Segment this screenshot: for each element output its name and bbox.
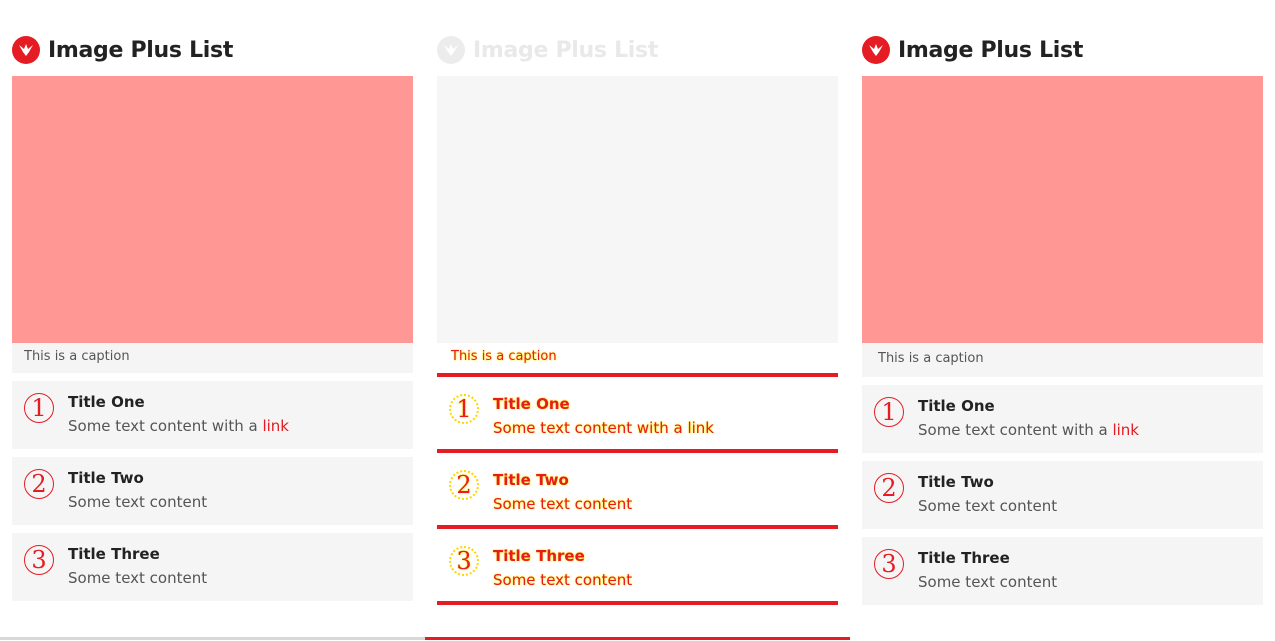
divider-line-active — [425, 637, 850, 640]
bird-logo-icon — [862, 36, 890, 64]
item-text: Some text content — [918, 573, 1058, 591]
item-number: 3 — [874, 549, 904, 579]
item-title: Title One — [68, 393, 145, 411]
item-text-body: Some text content with a — [493, 419, 688, 437]
item-text: Some text content — [493, 571, 633, 589]
image-caption: This is a caption — [862, 343, 1263, 377]
card-title: Image Plus List — [473, 37, 659, 63]
item-text-body: Some text content with a — [68, 417, 263, 435]
item-title: Title One — [918, 397, 995, 415]
item-title: Title One — [493, 395, 570, 413]
hero-image — [862, 76, 1263, 343]
item-number: 3 — [449, 546, 479, 576]
divider-line — [0, 637, 425, 640]
list-item: 2 Title Two Some text content — [12, 457, 413, 525]
item-number: 1 — [24, 393, 54, 423]
list-item: 1 Title One Some text content with a lin… — [437, 373, 838, 453]
list-item: 2 Title Two Some text content — [437, 449, 838, 529]
item-text: Some text content — [493, 495, 633, 513]
hero-image — [12, 76, 413, 343]
list-item: 3 Title Three Some text content — [437, 525, 838, 605]
card-title: Image Plus List — [898, 37, 1084, 63]
item-number: 1 — [874, 397, 904, 427]
bird-logo-icon — [12, 36, 40, 64]
list-item: 3 Title Three Some text content — [12, 533, 413, 601]
item-number: 2 — [24, 469, 54, 499]
item-text: Some text content with a link — [918, 421, 1139, 439]
item-text: Some text content — [918, 497, 1058, 515]
image-caption: This is a caption — [437, 343, 838, 373]
card-title: Image Plus List — [48, 37, 234, 63]
caption-text: This is a caption — [451, 349, 557, 364]
item-title: Title Two — [68, 469, 144, 487]
item-title: Title Three — [918, 549, 1010, 567]
image-caption: This is a caption — [12, 343, 413, 373]
item-number: 2 — [874, 473, 904, 503]
list-item: 1 Title One Some text content with a lin… — [12, 381, 413, 449]
card-header: Image Plus List — [862, 35, 1083, 65]
item-text: Some text content — [68, 493, 208, 511]
item-number: 3 — [24, 545, 54, 575]
bird-logo-icon — [437, 36, 465, 64]
item-number: 2 — [449, 470, 479, 500]
item-link[interactable]: link — [687, 419, 714, 437]
item-title: Title Two — [918, 473, 994, 491]
item-link[interactable]: link — [262, 417, 289, 435]
card-header: Image Plus List — [437, 35, 658, 65]
item-text: Some text content with a link — [68, 417, 289, 435]
caption-text: This is a caption — [878, 351, 984, 366]
list-item: 2 Title Two Some text content — [862, 461, 1263, 529]
card-header: Image Plus List — [12, 35, 233, 65]
caption-text: This is a caption — [24, 349, 130, 364]
item-title: Title Three — [493, 547, 585, 565]
item-number: 1 — [449, 394, 479, 424]
item-text-body: Some text content with a — [918, 421, 1113, 439]
list-item: 1 Title One Some text content with a lin… — [862, 385, 1263, 453]
item-text: Some text content — [68, 569, 208, 587]
item-title: Title Two — [493, 471, 569, 489]
item-text: Some text content with a link — [493, 419, 714, 437]
hero-image — [437, 76, 838, 343]
item-title: Title Three — [68, 545, 160, 563]
item-link[interactable]: link — [1112, 421, 1139, 439]
list-item: 3 Title Three Some text content — [862, 537, 1263, 605]
